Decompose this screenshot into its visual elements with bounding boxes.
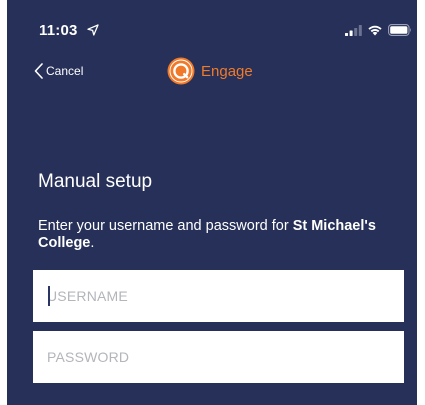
cancel-button[interactable]: Cancel — [34, 59, 83, 83]
chevron-left-icon — [34, 63, 43, 79]
battery-icon — [388, 24, 411, 36]
engage-logo-icon — [167, 57, 195, 85]
text-cursor — [48, 286, 50, 306]
password-input[interactable] — [33, 331, 404, 383]
signal-bars-icon — [345, 25, 362, 36]
wifi-icon — [368, 25, 382, 36]
brand: Engage — [167, 56, 253, 86]
instructions-suffix: . — [90, 235, 95, 251]
username-input[interactable] — [33, 270, 404, 322]
cancel-label: Cancel — [46, 64, 84, 78]
nav-bar: Cancel Engage — [7, 52, 417, 92]
instructions-prefix: Enter your username and password for — [38, 218, 293, 234]
page-title: Manual setup — [38, 171, 153, 192]
instructions-text: Enter your username and password for St … — [38, 218, 388, 252]
brand-name: Engage — [201, 62, 253, 80]
login-screen: 11:03 Cancel Engage Manual setup Enter y… — [7, 0, 417, 405]
status-time: 11:03 — [39, 22, 78, 39]
password-field[interactable] — [33, 331, 404, 383]
status-bar: 11:03 — [7, 0, 417, 48]
username-field[interactable] — [33, 270, 404, 322]
location-arrow-icon — [87, 24, 99, 36]
